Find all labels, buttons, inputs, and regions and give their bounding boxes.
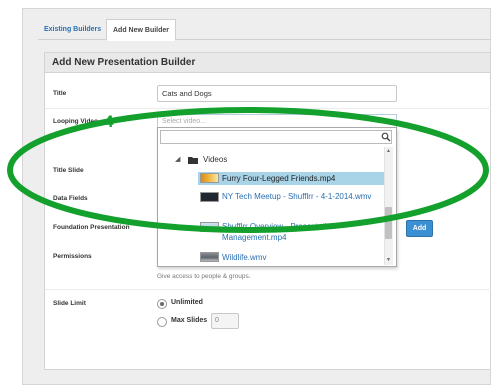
video-option-label: Furry Four-Legged Friends.mp4 <box>222 174 336 183</box>
dropdown-scrollbar[interactable] <box>384 147 393 265</box>
scrollbar-thumb[interactable] <box>385 207 392 239</box>
video-option[interactable]: Furry Four-Legged Friends.mp4 <box>198 172 384 185</box>
video-option-label: Shufflrr Overview - Presentation Managem… <box>222 222 336 242</box>
max-slides-radio[interactable] <box>157 317 167 327</box>
permissions-label: Permissions <box>53 253 92 260</box>
title-input[interactable]: Cats and Dogs <box>157 85 397 102</box>
video-thumbnail <box>200 192 219 202</box>
video-option[interactable]: NY Tech Meetup - Shufflrr - 4-1-2014.wmv <box>198 191 384 215</box>
panel-title: Add New Presentation Builder <box>44 52 491 73</box>
tab-existing-builders[interactable]: Existing Builders <box>38 19 107 41</box>
video-option[interactable]: Shufflrr Overview - Presentation Managem… <box>198 221 384 245</box>
expand-caret-icon[interactable]: ◢ <box>175 155 180 163</box>
looping-video-label: Looping Video <box>53 118 99 125</box>
add-button[interactable]: Add <box>406 220 433 237</box>
tab-add-new-builder[interactable]: Add New Builder <box>106 19 177 41</box>
search-icon <box>381 132 391 142</box>
tab-bar: Existing Builders Add New Builder <box>38 19 491 41</box>
foundation-presentation-label: Foundation Presentation <box>53 224 130 231</box>
video-thumbnail <box>200 222 219 232</box>
data-fields-label: Data Fields <box>53 195 88 202</box>
dropdown-search-input[interactable] <box>160 130 392 144</box>
title-label: Title <box>53 90 67 97</box>
slide-limit-label: Slide Limit <box>53 300 86 307</box>
video-option-label: NY Tech Meetup - Shufflrr - 4-1-2014.wmv <box>222 192 372 201</box>
max-slides-input[interactable]: 0 <box>211 313 239 329</box>
divider <box>45 289 491 290</box>
folder-icon <box>188 157 198 164</box>
title-slide-label: Title Slide <box>53 167 84 174</box>
scroll-down-icon[interactable]: ▼ <box>384 256 393 264</box>
video-thumbnail <box>200 252 219 262</box>
scroll-up-icon[interactable]: ▲ <box>384 147 393 155</box>
permissions-help-text: Give access to people & groups. <box>157 273 251 280</box>
video-option[interactable]: Wildlife.wmv <box>198 252 384 264</box>
video-option-label: Wildlife.wmv <box>222 253 267 262</box>
annotation-number: 4 <box>104 112 114 131</box>
max-slides-label: Max Slides <box>171 317 208 324</box>
divider <box>45 108 491 109</box>
looping-video-select[interactable]: Select video... <box>157 114 397 128</box>
unlimited-label: Unlimited <box>171 299 203 306</box>
folder-videos-label[interactable]: Videos <box>203 155 227 164</box>
unlimited-radio[interactable] <box>157 299 167 309</box>
video-thumbnail <box>200 173 219 183</box>
